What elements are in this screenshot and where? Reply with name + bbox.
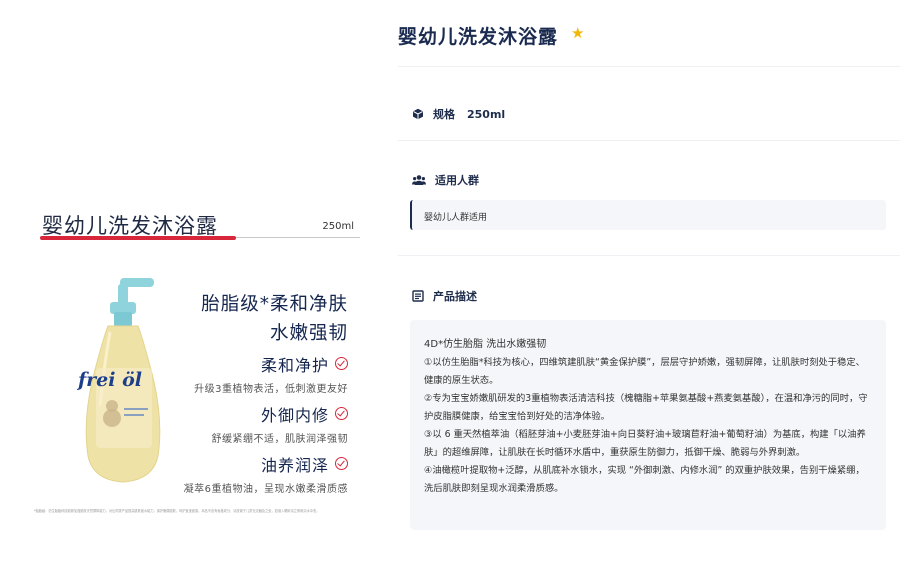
product-image-size: 250ml — [322, 221, 354, 232]
brand-logo: frei öl — [76, 369, 142, 391]
divider — [398, 255, 900, 256]
description-label: 产品描述 — [433, 290, 477, 303]
audience-value: 婴幼儿人群适用 — [424, 213, 488, 223]
divider — [398, 140, 900, 141]
feature-title: 油养润泽 — [260, 456, 329, 475]
product-headline: 胎脂级*柔和净肤 水嫩强韧 — [201, 290, 348, 348]
description-line: ④油橄榄叶提取物+泛醇，从肌底补水锁水，实现 “外御刺激、内修水润” 的双重护肤… — [424, 465, 865, 494]
spec-value: 250ml — [467, 107, 506, 121]
description-line: ③以 6 重天然植萃油（稻胚芽油+小麦胚芽油+向日葵籽油+玻璃苣籽油+葡萄籽油）… — [424, 429, 866, 458]
product-image: 婴幼儿洗发沐浴露 250ml frei öl 胎脂级*柔和净肤 水嫩强韧 柔和净… — [30, 190, 362, 520]
description-box: 4D*仿生胎脂 洗出水嫩强韧 ①以仿生胎脂*科技为核心，四维筑建肌肤“黄金保护膜… — [410, 320, 886, 530]
headline-line-2: 水嫩强韧 — [269, 323, 348, 344]
description-line: ①以仿生胎脂*科技为核心，四维筑建肌肤“黄金保护膜”，层层守护娇嫩，强韧屏障，让… — [424, 357, 865, 386]
feature-desc: 凝萃6重植物油，呈现水嫩柔滑质感 — [183, 484, 348, 495]
product-title: 婴幼儿洗发沐浴露 — [398, 26, 559, 48]
feature-item: 外御内修 舒缓紧绷不适，肌肤润泽强韧 — [211, 402, 348, 445]
spec-label: 规格 — [433, 108, 455, 121]
users-icon — [412, 175, 426, 185]
check-circle-icon — [335, 457, 348, 470]
check-circle-icon — [335, 357, 348, 370]
title-underline-accent — [40, 236, 236, 240]
cube-icon — [413, 108, 423, 120]
feature-desc: 升级3重植物表活，低刺激更友好 — [194, 384, 348, 395]
description-section-label: 产品描述 — [412, 288, 477, 304]
feature-desc: 舒缓紧绷不适，肌肤润泽强韧 — [211, 434, 348, 445]
feature-title: 柔和净护 — [260, 356, 329, 375]
spec-row: 规格 250ml — [412, 106, 505, 122]
audience-section-label: 适用人群 — [412, 172, 479, 188]
product-footnote: *胎脂级：仿生胎脂科技能够加强肌肤天然屏障能力，对比同类产品提高肌肤锁水能力，保… — [34, 509, 320, 513]
feature-item: 油养润泽 凝萃6重植物油，呈现水嫩柔滑质感 — [184, 452, 348, 495]
description-line: ②专为宝宝娇嫩肌研发的3重植物表活清洁科技（槐糖脂+苹果氨基酸+燕麦氨基酸），在… — [424, 393, 868, 422]
bottle-illustration: frei öl — [76, 278, 161, 483]
headline-line-1: 胎脂级*柔和净肤 — [201, 294, 348, 315]
audience-label: 适用人群 — [435, 174, 479, 187]
feature-title: 外御内修 — [260, 406, 329, 425]
feature-item: 柔和净护 升级3重植物表活，低刺激更友好 — [194, 352, 348, 395]
star-icon[interactable]: ★ — [571, 24, 584, 42]
audience-box: 婴幼儿人群适用 — [410, 200, 886, 230]
divider — [398, 66, 900, 67]
description-line: 4D*仿生胎脂 洗出水嫩强韧 — [424, 339, 547, 350]
document-list-icon — [412, 290, 424, 302]
check-circle-icon — [335, 407, 348, 420]
